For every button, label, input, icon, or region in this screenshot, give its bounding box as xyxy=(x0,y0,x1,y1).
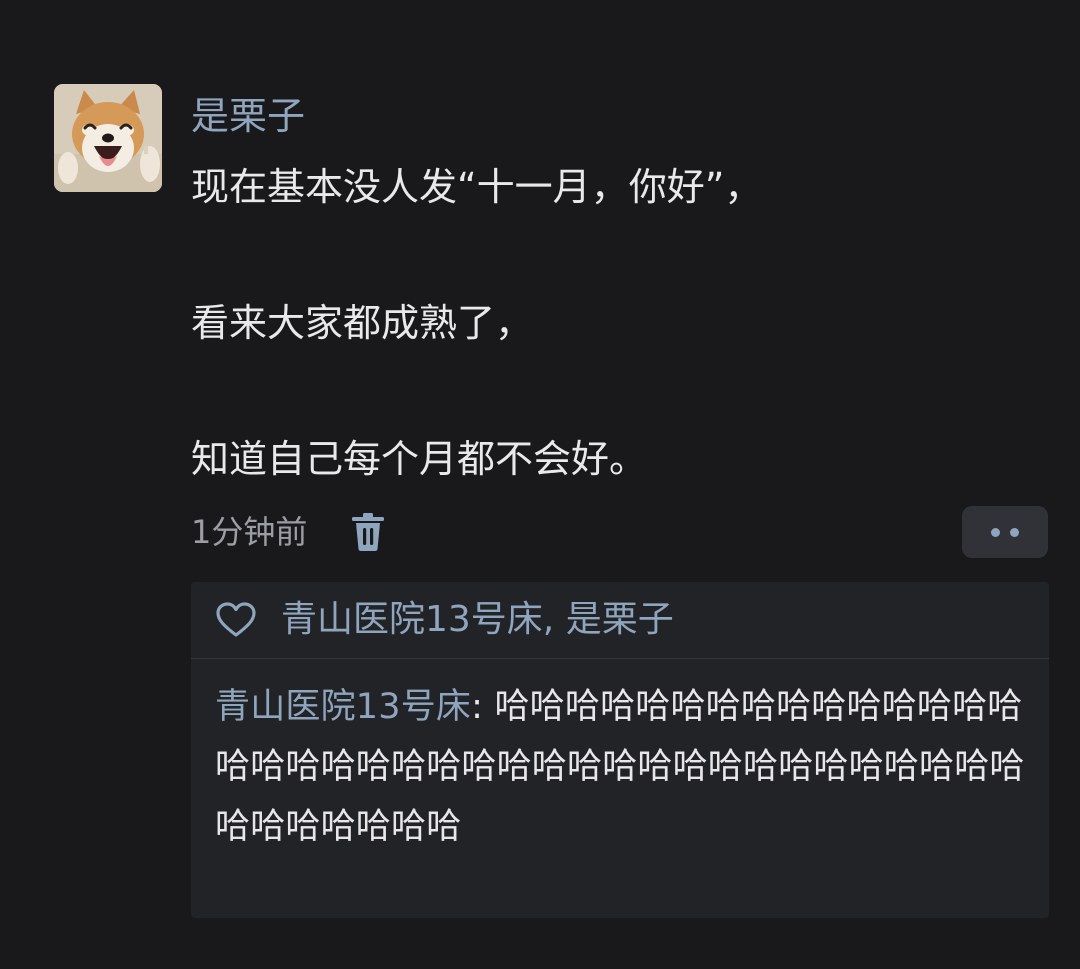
post-username[interactable]: 是栗子 xyxy=(191,89,305,143)
post-line-3: 知道自己每个月都不会好。 xyxy=(191,437,648,481)
reply-panel: 青山医院13号床, 是栗子 青山医院13号床: 哈哈哈哈哈哈哈哈哈哈哈哈哈哈哈哈… xyxy=(191,582,1049,918)
more-dots-icon xyxy=(1010,527,1019,537)
more-dots-icon xyxy=(991,527,1000,537)
post-content: 现在基本没人发“十一月，你好”， 看来大家都成熟了， 知道自己每个月都不会好。 xyxy=(191,160,1031,486)
more-options-button[interactable] xyxy=(962,506,1048,558)
heart-icon[interactable] xyxy=(215,602,257,638)
comment-author[interactable]: 青山医院13号床 xyxy=(215,687,471,727)
avatar[interactable] xyxy=(54,84,162,192)
comment: 青山医院13号床: 哈哈哈哈哈哈哈哈哈哈哈哈哈哈哈哈哈哈哈哈哈哈哈哈哈哈哈哈哈哈… xyxy=(215,677,1035,857)
post-line-1: 现在基本没人发“十一月，你好”， xyxy=(191,165,763,209)
shiba-dog-avatar-icon xyxy=(54,84,162,192)
likes-names[interactable]: 青山医院13号床, 是栗子 xyxy=(281,595,674,645)
likes-row: 青山医院13号床, 是栗子 xyxy=(191,582,1049,659)
comment-separator: : xyxy=(471,687,495,727)
trash-icon xyxy=(352,513,384,551)
post-timestamp: 1分钟前 xyxy=(191,513,308,551)
delete-button[interactable] xyxy=(350,512,386,552)
post-line-2: 看来大家都成熟了， xyxy=(191,301,534,345)
